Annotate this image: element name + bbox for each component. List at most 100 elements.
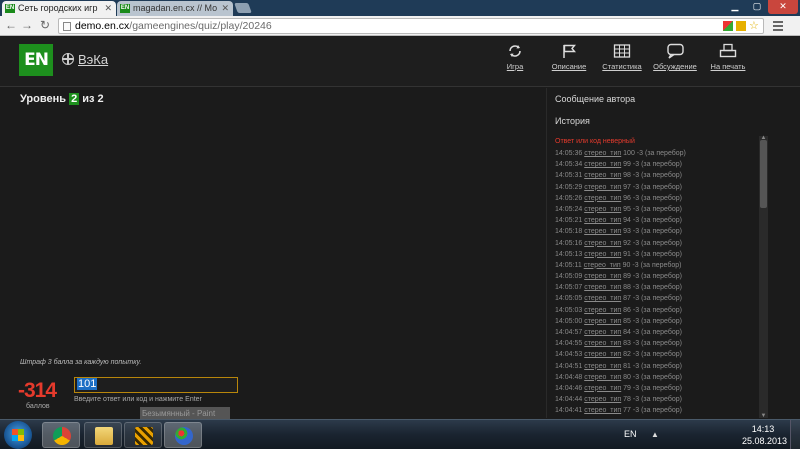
history-user-link[interactable]: стерео_тип	[584, 318, 621, 325]
reload-icon[interactable]: ↻	[38, 18, 52, 32]
history-user-link[interactable]: стерео_тип	[584, 295, 621, 302]
en-logo-icon: EN	[5, 4, 15, 13]
clock[interactable]: 14:13 25.08.2013	[742, 423, 787, 447]
back-arrow-icon[interactable]: ←	[4, 18, 18, 32]
history-points: -3	[632, 317, 640, 325]
history-user-link[interactable]: стерео_тип	[584, 206, 621, 213]
browser-tab-active[interactable]: EN Сеть городских игр ✕	[2, 1, 116, 16]
history-note: (за перебор)	[641, 228, 682, 236]
history-points: -3	[632, 261, 639, 269]
history-note: (за перебор)	[641, 217, 682, 225]
history-row: 14:04:44 стерео_тип 78 -3 (за перебор)	[555, 394, 755, 405]
history-user-link[interactable]: стерео_тип	[584, 251, 621, 258]
history-user-link[interactable]: стерео_тип	[584, 385, 621, 392]
history-user-link[interactable]: стерео_тип	[584, 329, 621, 336]
history-row: 14:04:53 стерео_тип 82 -3 (за перебор)	[555, 349, 755, 360]
minimize-icon[interactable]: ▁	[724, 0, 746, 14]
windows-logo-icon	[12, 429, 24, 441]
history-points: -3	[632, 373, 640, 381]
history-user-link[interactable]: стерео_тип	[584, 240, 621, 247]
forward-arrow-icon[interactable]: →	[20, 18, 34, 32]
paint-icon	[175, 427, 193, 445]
answer-input[interactable]: 101	[74, 377, 238, 393]
close-tab-icon[interactable]: ✕	[221, 3, 229, 14]
extension-icon[interactable]	[723, 21, 733, 31]
flag-icon	[563, 44, 576, 58]
nav-print[interactable]: На печать	[709, 43, 747, 79]
history-list: 14:05:36 стерео_тип 100 -3 (за перебор) 1…	[555, 148, 755, 417]
team-name-link[interactable]: ВэКа	[78, 52, 108, 67]
history-row: 14:05:21 стерео_тип 94 -3 (за перебор)	[555, 215, 755, 226]
history-user-link[interactable]: стерео_тип	[584, 195, 621, 202]
close-tab-icon[interactable]: ✕	[104, 3, 112, 14]
taskbar-media-player[interactable]	[124, 422, 162, 448]
address-bar[interactable]: demo.en.cx/gameengines/quiz/play/20246 ☆	[58, 18, 764, 34]
history-note: (за перебор)	[641, 396, 682, 404]
history-user-link[interactable]: стерео_тип	[584, 307, 621, 314]
history-user-link[interactable]: стерео_тип	[584, 184, 621, 191]
nav-game[interactable]: Игра	[502, 43, 528, 79]
history-time: 14:05:31	[555, 172, 583, 180]
history-time: 14:04:57	[555, 329, 583, 336]
history-user-link[interactable]: стерео_тип	[584, 217, 621, 224]
history-row: 14:05:07 стерео_тип 88 -3 (за перебор)	[555, 282, 755, 293]
show-desktop-button[interactable]	[790, 420, 800, 449]
close-window-icon[interactable]: ✕	[768, 0, 798, 14]
maximize-icon[interactable]: ▢	[746, 0, 768, 14]
url-text: demo.en.cx/gameengines/quiz/play/20246	[75, 20, 272, 33]
taskbar-chrome[interactable]	[42, 422, 80, 448]
nav-description[interactable]: Описание	[549, 43, 589, 79]
history-points: -3	[632, 205, 640, 213]
history-code: 89	[623, 273, 631, 281]
history-user-link[interactable]: стерео_тип	[584, 363, 621, 370]
history-row: 14:05:09 стерео_тип 89 -3 (за перебор)	[555, 271, 755, 282]
history-user-link[interactable]: стерео_тип	[584, 161, 621, 168]
history-time: 14:04:53	[555, 351, 583, 359]
media-player-icon	[135, 427, 153, 445]
history-user-link[interactable]: стерео_тип	[584, 407, 621, 414]
history-time: 14:05:05	[555, 295, 583, 303]
taskbar-explorer[interactable]	[84, 422, 122, 448]
nav-statistics[interactable]: Статистика	[602, 43, 642, 79]
history-code: 78	[623, 396, 631, 404]
browser-tab[interactable]: EN magadan.en.cx // Мо ✕	[117, 1, 233, 16]
history-user-link[interactable]: стерео_тип	[584, 396, 621, 403]
chat-bubble-icon	[667, 43, 684, 59]
history-points: -3	[632, 329, 640, 336]
level-title: Уровень 2 из 2	[20, 93, 104, 105]
history-note: (за перебор)	[641, 407, 682, 415]
history-user-link[interactable]: стерео_тип	[584, 374, 621, 381]
history-user-link[interactable]: стерео_тип	[584, 172, 621, 179]
show-hidden-icons[interactable]: ▲	[651, 430, 659, 439]
history-user-link[interactable]: стерео_тип	[584, 228, 621, 235]
url-host: demo.en.cx	[75, 20, 130, 32]
new-tab-button[interactable]	[234, 3, 252, 13]
star-icon[interactable]: ☆	[749, 21, 759, 32]
nav-label: Игра	[506, 62, 524, 71]
history-user-link[interactable]: стерео_тип	[584, 262, 621, 269]
history-row: 14:05:05 стерео_тип 87 -3 (за перебор)	[555, 293, 755, 304]
browser-menu-icon[interactable]	[771, 19, 785, 33]
level-of-total: из 2	[82, 93, 104, 105]
history-user-link[interactable]: стерео_тип	[584, 273, 621, 280]
history-user-link[interactable]: стерео_тип	[584, 340, 621, 347]
history-time: 14:05:36	[555, 150, 583, 157]
grid-table-icon	[613, 44, 631, 58]
history-note: (за перебор)	[641, 373, 682, 381]
start-button[interactable]	[4, 421, 32, 449]
taskbar-paint[interactable]	[164, 422, 202, 448]
language-indicator[interactable]: EN	[624, 429, 637, 439]
history-user-link[interactable]: стерео_тип	[584, 150, 621, 157]
history-note: (за перебор)	[641, 351, 682, 359]
refresh-icon	[509, 45, 521, 57]
team-icon	[62, 53, 74, 65]
history-user-link[interactable]: стерео_тип	[584, 284, 621, 291]
extension-icon[interactable]	[736, 21, 746, 31]
history-row: 14:05:13 стерео_тип 91 -3 (за перебор)	[555, 249, 755, 260]
nav-discussion[interactable]: Обсуждение	[652, 43, 698, 79]
scrollbar-thumb[interactable]	[760, 140, 767, 208]
history-row: 14:05:00 стерео_тип 85 -3 (за перебор)	[555, 316, 755, 327]
history-scrollbar[interactable]: ▲ ▼	[759, 135, 768, 419]
en-logo[interactable]: EN	[19, 44, 53, 76]
history-user-link[interactable]: стерео_тип	[584, 351, 621, 358]
